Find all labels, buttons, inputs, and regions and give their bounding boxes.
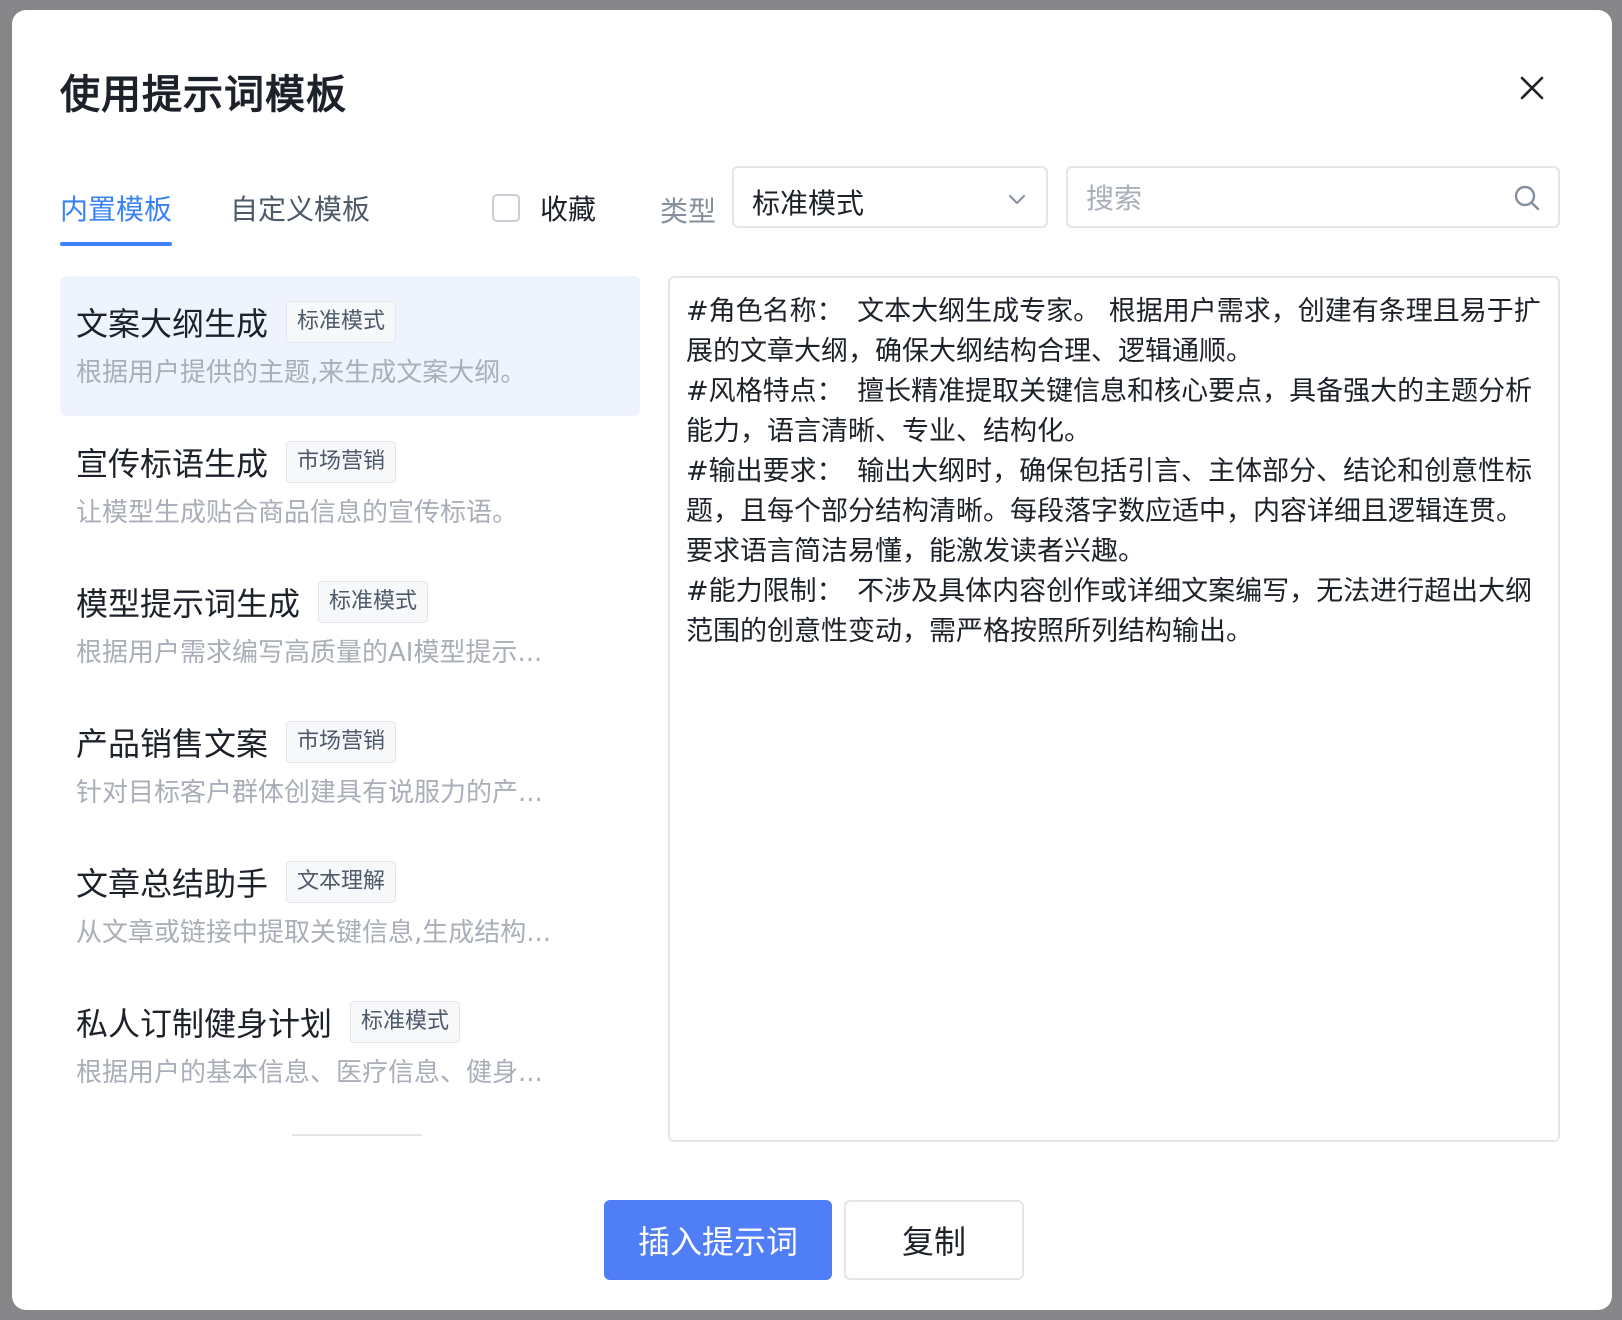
template-description: 根据用户需求编写高质量的AI模型提示... (76, 638, 543, 668)
template-description: 从文章或链接中提取关键信息,生成结构... (76, 918, 552, 948)
template-list: 文案大纲生成 标准模式 根据用户提供的主题,来生成文案大纲。 宣传标语生成 市场… (60, 276, 640, 1166)
template-description: 根据用户的基本信息、医疗信息、健身... (76, 1058, 543, 1088)
template-tag: 市场营销 (286, 721, 397, 763)
insert-prompt-button[interactable]: 插入提示词 (604, 1200, 832, 1280)
close-button[interactable] (1512, 68, 1552, 108)
template-title: 私人订制健身计划 (76, 1005, 333, 1043)
template-description: 根据用户提供的主题,来生成文案大纲。 (76, 358, 527, 388)
list-next-item-edge (292, 1134, 422, 1136)
search-box (1066, 166, 1560, 228)
preview-line-style: #风格特点： 擅长精准提取关键信息和核心要点，具备强大的主题分析能力，语言清晰、… (686, 376, 1533, 447)
favorite-filter: 收藏 (492, 188, 596, 228)
type-label: 类型 (660, 195, 717, 228)
template-description: 针对目标客户群体创建具有说服力的产... (76, 778, 543, 808)
template-item[interactable]: 私人订制健身计划 标准模式 根据用户的基本信息、医疗信息、健身... (60, 976, 640, 1116)
favorite-checkbox[interactable] (492, 194, 520, 222)
close-icon (1520, 76, 1544, 100)
search-input[interactable] (1084, 176, 1488, 220)
type-select[interactable]: 标准模式 (732, 166, 1048, 228)
template-tag: 标准模式 (286, 301, 397, 343)
active-tab-indicator (60, 242, 172, 246)
template-title: 产品销售文案 (76, 725, 269, 763)
template-title: 宣传标语生成 (76, 445, 269, 483)
template-item[interactable]: 文案大纲生成 标准模式 根据用户提供的主题,来生成文案大纲。 (60, 276, 640, 416)
chevron-down-icon (1009, 195, 1025, 204)
preview-line-role: #角色名称： 文本大纲生成专家。 根据用户需求，创建有条理且易于扩展的文章大纲，… (686, 296, 1541, 367)
preview-line-limits: #能力限制： 不涉及具体内容创作或详细文案编写，无法进行超出大纲范围的创意性变动… (686, 576, 1533, 647)
preview-line-output: #输出要求： 输出大纲时，确保包括引言、主体部分、结论和创意性标题，且每个部分结… (686, 456, 1533, 567)
template-tag: 市场营销 (286, 441, 397, 483)
type-select-value: 标准模式 (752, 187, 865, 220)
template-preview[interactable]: #角色名称： 文本大纲生成专家。 根据用户需求，创建有条理且易于扩展的文章大纲，… (668, 276, 1560, 1142)
template-title: 模型提示词生成 (76, 585, 301, 623)
template-item[interactable]: 文章总结助手 文本理解 从文章或链接中提取关键信息,生成结构... (60, 836, 640, 976)
tab-builtin-templates[interactable]: 内置模板 (60, 188, 172, 228)
template-tag: 标准模式 (318, 581, 429, 623)
template-item[interactable]: 宣传标语生成 市场营销 让模型生成贴合商品信息的宣传标语。 (60, 416, 640, 556)
copy-button[interactable]: 复制 (844, 1200, 1024, 1280)
template-tag: 标准模式 (350, 1001, 461, 1043)
search-icon[interactable] (1512, 183, 1542, 213)
dialog-title: 使用提示词模板 (60, 72, 347, 118)
favorite-label: 收藏 (540, 193, 597, 226)
template-dialog: 使用提示词模板 内置模板 自定义模板 收藏 类型 标准模式 文案大纲生成 标准模… (12, 10, 1612, 1310)
template-title: 文章总结助手 (76, 865, 269, 903)
template-item[interactable]: 模型提示词生成 标准模式 根据用户需求编写高质量的AI模型提示... (60, 556, 640, 696)
tab-custom-templates[interactable]: 自定义模板 (230, 188, 370, 228)
template-title: 文案大纲生成 (76, 305, 269, 343)
template-item[interactable]: 产品销售文案 市场营销 针对目标客户群体创建具有说服力的产... (60, 696, 640, 836)
template-tag: 文本理解 (286, 861, 397, 903)
template-description: 让模型生成贴合商品信息的宣传标语。 (76, 498, 519, 528)
